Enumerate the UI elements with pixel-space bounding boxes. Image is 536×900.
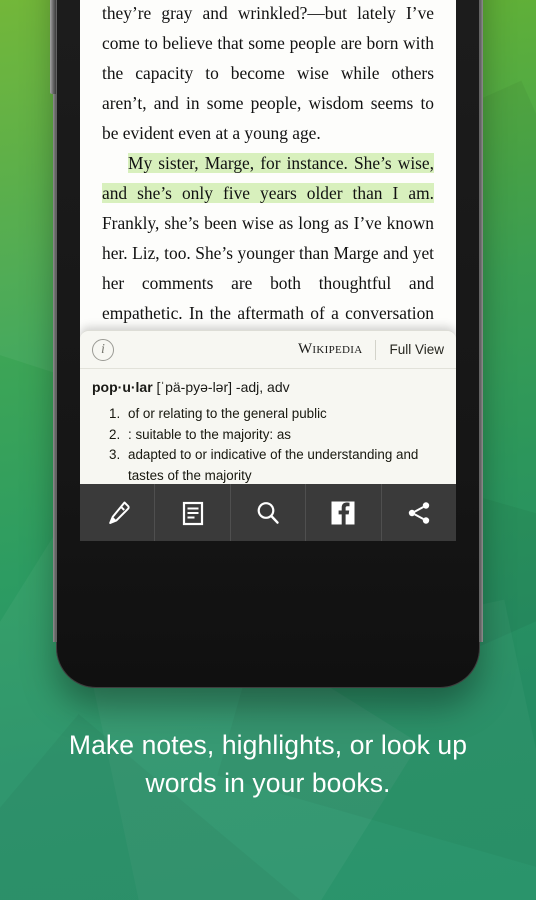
definition-text: of or relating to the general public <box>128 406 327 421</box>
definition-text: : suitable to the majority: as <box>128 426 291 442</box>
definition-item: 2. : suitable to the majority: as <box>92 425 444 446</box>
share-icon <box>408 501 430 524</box>
dictionary-popup: i Wikipedia Full View pop·u·lar [ˈpä-pyə… <box>80 330 456 541</box>
definition-item: 1. of or relating to the general public <box>92 404 444 425</box>
definition-number: 3. <box>109 447 121 462</box>
toolbar-button-highlight[interactable] <box>80 484 156 541</box>
dictionary-pronunciation: [ˈpä-pyə-lər] <box>156 379 233 395</box>
info-icon[interactable]: i <box>92 338 114 361</box>
full-view-button[interactable]: Full View <box>389 342 444 357</box>
dictionary-popup-body: pop·u·lar [ˈpä-pyə-lər] -adj, adv 1. of … <box>80 369 456 486</box>
dictionary-popup-header: i Wikipedia Full View <box>80 331 456 369</box>
caption-line-1: Make notes, highlights, or look up <box>68 730 468 760</box>
definition-text: adapted to or indicative of the understa… <box>128 447 419 483</box>
phone-screen: that age guarantees intelligence. I know… <box>80 0 456 541</box>
caption: Make notes, highlights, or look up words… <box>0 726 536 802</box>
phone-left-edge <box>53 0 57 642</box>
dictionary-source-group: Wikipedia Full View <box>298 339 444 361</box>
caption-line-2: words in your books. <box>145 768 391 798</box>
definition-number: 2. <box>109 426 121 442</box>
wikipedia-source-label: Wikipedia <box>297 341 363 357</box>
dictionary-headword: pop·u·lar <box>92 379 153 395</box>
dictionary-headword-line: pop·u·lar [ˈpä-pyə-lər] -adj, adv <box>92 379 444 395</box>
book-paragraph-1: that age guarantees intelligence. I know… <box>102 0 434 148</box>
action-toolbar <box>80 484 456 541</box>
definition-number: 1. <box>109 406 121 421</box>
facebook-icon <box>331 501 355 524</box>
phone-device: that age guarantees intelligence. I know… <box>50 0 483 688</box>
definition-item: 3. adapted to or indicative of the under… <box>92 445 444 486</box>
highlighter-pen-icon <box>109 501 130 524</box>
phone-right-edge <box>479 0 483 642</box>
paragraph-1-text-after: notion—don’t we frequently regard our el… <box>102 3 434 143</box>
toolbar-button-facebook[interactable] <box>306 484 382 541</box>
toolbar-button-note[interactable] <box>155 484 231 541</box>
toolbar-button-share[interactable] <box>382 484 456 541</box>
green-highlight[interactable]: My sister, Marge, for instance. She’s wi… <box>102 153 434 203</box>
note-document-icon <box>182 501 203 525</box>
dictionary-part-of-speech: -adj, adv <box>235 379 290 395</box>
dictionary-definition-list: 1. of or relating to the general public … <box>92 404 444 486</box>
search-icon <box>257 501 279 524</box>
toolbar-button-search[interactable] <box>231 484 307 541</box>
header-divider <box>375 339 377 360</box>
volume-button[interactable] <box>50 0 56 94</box>
